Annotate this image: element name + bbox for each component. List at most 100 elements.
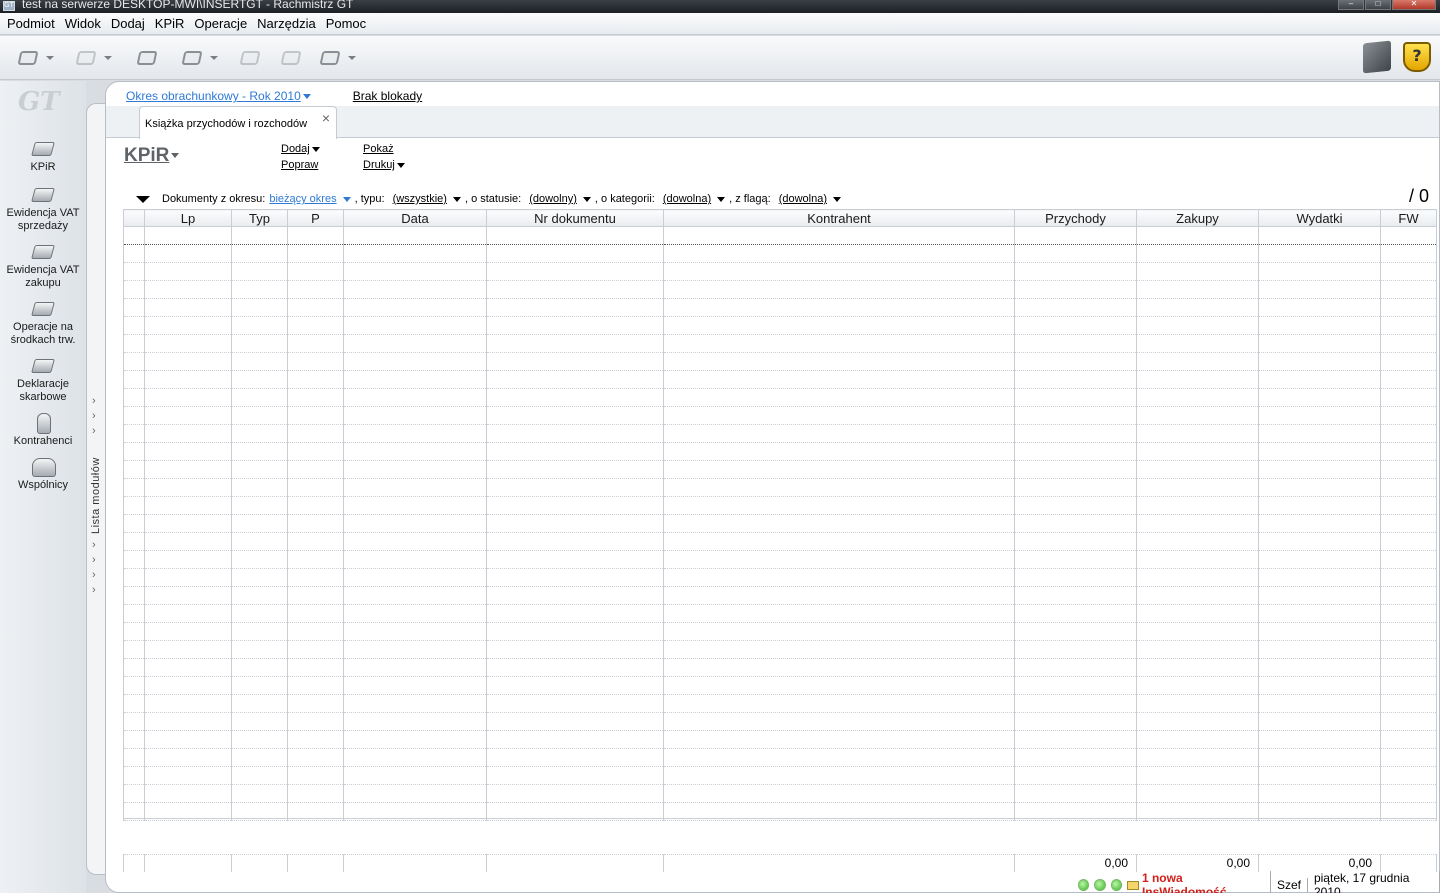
- table-cell[interactable]: [231, 226, 288, 245]
- table-cell[interactable]: [1136, 478, 1259, 497]
- table-cell[interactable]: [1258, 460, 1381, 479]
- table-cell[interactable]: [1380, 604, 1437, 623]
- header-lp[interactable]: Lp: [144, 209, 232, 227]
- table-cell[interactable]: [1258, 748, 1381, 767]
- table-cell[interactable]: [343, 622, 487, 641]
- table-cell[interactable]: [231, 262, 288, 281]
- table-cell[interactable]: [123, 226, 145, 245]
- table-cell[interactable]: [1258, 298, 1381, 317]
- table-cell[interactable]: [123, 334, 145, 353]
- table-cell[interactable]: [1258, 442, 1381, 461]
- table-cell[interactable]: [486, 262, 664, 281]
- table-cell[interactable]: [486, 478, 664, 497]
- table-cell[interactable]: [123, 532, 145, 551]
- menu-dodaj[interactable]: Dodaj: [106, 16, 150, 31]
- table-cell[interactable]: [343, 406, 487, 425]
- table-cell[interactable]: [1136, 280, 1259, 299]
- menu-widok[interactable]: Widok: [60, 16, 106, 31]
- table-cell[interactable]: [343, 640, 487, 659]
- table-cell[interactable]: [144, 550, 232, 569]
- table-cell[interactable]: [663, 586, 1015, 605]
- table-cell[interactable]: [1380, 424, 1437, 443]
- table-cell[interactable]: [144, 316, 232, 335]
- table-cell[interactable]: [287, 496, 344, 515]
- table-row[interactable]: [123, 766, 1437, 785]
- table-cell[interactable]: [343, 712, 487, 731]
- table-cell[interactable]: [1380, 712, 1437, 731]
- table-cell[interactable]: [1380, 334, 1437, 353]
- table-cell[interactable]: [231, 280, 288, 299]
- table-cell[interactable]: [123, 442, 145, 461]
- table-cell[interactable]: [486, 280, 664, 299]
- table-cell[interactable]: [1258, 712, 1381, 731]
- table-cell[interactable]: [1136, 586, 1259, 605]
- chevron-right-icon[interactable]: ›: [92, 554, 96, 566]
- table-cell[interactable]: [343, 604, 487, 623]
- table-cell[interactable]: [486, 622, 664, 641]
- table-cell[interactable]: [1014, 604, 1137, 623]
- module-fixed-assets[interactable]: Operacje na środkach trw.: [0, 299, 86, 347]
- receive-dropdown-arrow-icon[interactable]: [104, 56, 112, 60]
- filter-status-arrow-icon[interactable]: [582, 196, 591, 202]
- table-cell[interactable]: [231, 586, 288, 605]
- table-cell[interactable]: [231, 658, 288, 677]
- table-cell[interactable]: [287, 262, 344, 281]
- table-cell[interactable]: [343, 766, 487, 785]
- table-cell[interactable]: [123, 748, 145, 767]
- table-row[interactable]: [123, 298, 1437, 317]
- table-cell[interactable]: [343, 262, 487, 281]
- table-cell[interactable]: [231, 244, 288, 263]
- table-row[interactable]: [123, 622, 1437, 641]
- table-cell[interactable]: [231, 460, 288, 479]
- table-cell[interactable]: [231, 514, 288, 533]
- show-button[interactable]: Pokaż: [363, 143, 394, 155]
- eraser-button[interactable]: [178, 44, 218, 72]
- table-cell[interactable]: [1380, 406, 1437, 425]
- table-cell[interactable]: [123, 712, 145, 731]
- table-cell[interactable]: [1014, 244, 1137, 263]
- table-cell[interactable]: [287, 730, 344, 749]
- table-cell[interactable]: [1014, 406, 1137, 425]
- table-cell[interactable]: [144, 640, 232, 659]
- table-cell[interactable]: [1380, 442, 1437, 461]
- table-cell[interactable]: [1258, 658, 1381, 677]
- table-cell[interactable]: [1014, 334, 1137, 353]
- table-cell[interactable]: [1136, 244, 1259, 263]
- table-cell[interactable]: [486, 568, 664, 587]
- table-cell[interactable]: [486, 658, 664, 677]
- table-cell[interactable]: [123, 586, 145, 605]
- send-button[interactable]: [14, 44, 54, 72]
- cube-icon[interactable]: [1363, 40, 1391, 74]
- table-cell[interactable]: [486, 352, 664, 371]
- table-cell[interactable]: [1258, 604, 1381, 623]
- table-cell[interactable]: [343, 352, 487, 371]
- menu-podmiot[interactable]: Podmiot: [2, 16, 60, 31]
- table-row[interactable]: [123, 370, 1437, 389]
- table-cell[interactable]: [231, 676, 288, 695]
- print-menu-dropdown-arrow-icon[interactable]: [396, 162, 405, 168]
- table-cell[interactable]: [343, 460, 487, 479]
- table-cell[interactable]: [123, 244, 145, 263]
- table-cell[interactable]: [123, 640, 145, 659]
- table-cell[interactable]: [144, 298, 232, 317]
- table-cell[interactable]: [343, 694, 487, 713]
- table-cell[interactable]: [1258, 280, 1381, 299]
- table-cell[interactable]: [663, 226, 1015, 245]
- header-przychody[interactable]: Przychody: [1014, 209, 1137, 227]
- table-cell[interactable]: [1014, 712, 1137, 731]
- table-cell[interactable]: [123, 514, 145, 533]
- table-row[interactable]: [123, 658, 1437, 677]
- table-cell[interactable]: [144, 262, 232, 281]
- print-dropdown-arrow-icon[interactable]: [348, 56, 356, 60]
- table-cell[interactable]: [231, 370, 288, 389]
- table-cell[interactable]: [287, 622, 344, 641]
- table-cell[interactable]: [287, 442, 344, 461]
- table-cell[interactable]: [1136, 352, 1259, 371]
- table-row[interactable]: [123, 496, 1437, 515]
- table-cell[interactable]: [1136, 730, 1259, 749]
- table-cell[interactable]: [1014, 298, 1137, 317]
- table-cell[interactable]: [663, 730, 1015, 749]
- table-cell[interactable]: [1380, 298, 1437, 317]
- table-cell[interactable]: [1380, 316, 1437, 335]
- table-cell[interactable]: [1014, 784, 1137, 803]
